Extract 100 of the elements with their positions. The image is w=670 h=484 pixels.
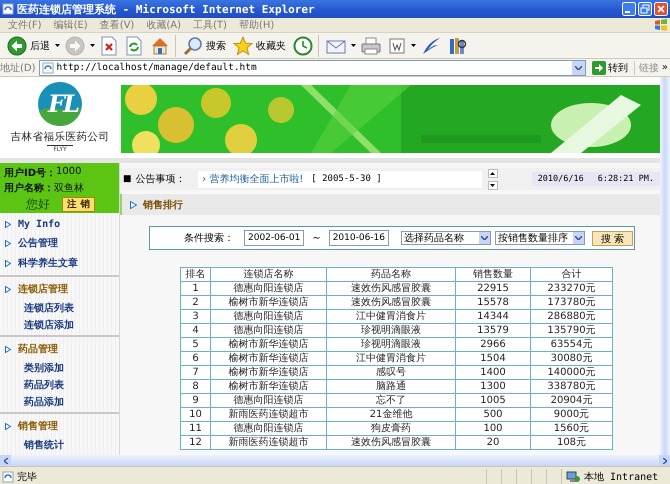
table-cell: 5 [180,338,210,352]
search-button[interactable]: 搜 索 [592,230,634,246]
favorites-button[interactable]: 收藏夹 [231,34,288,56]
table-cell: 338780元 [530,380,612,394]
nav-section[interactable]: 销售管理 [18,419,58,433]
user-name: 双鱼林 [54,182,84,195]
media-button[interactable] [291,34,315,56]
user-id-label: 用户ID号： [4,166,56,180]
chevron-down-icon [575,236,582,240]
table-cell: 1504 [456,352,530,366]
go-button[interactable]: 转到 [588,60,631,74]
column-header: 销售数量 [456,268,530,282]
nav-subitem[interactable]: 连锁店添加 [0,316,119,333]
caret-icon[interactable] [351,44,356,47]
user-id: 1000 [56,166,82,179]
star-icon [233,36,253,56]
caret-icon[interactable] [55,44,60,47]
menu-item[interactable]: 查看(V) [94,18,140,32]
table-cell: 德惠向阳连锁店 [210,282,326,296]
table-cell: 20 [456,436,530,450]
nav-item[interactable]: 科学养生文章 [18,256,78,270]
feather-icon [421,36,441,56]
table-cell: 榆树市新华连锁店 [210,338,326,352]
table-cell: 135790元 [530,324,612,338]
play-icon [130,200,137,208]
scroll-down-button[interactable] [488,180,498,190]
nav-item[interactable]: 公告管理 [18,236,58,250]
dropdown-button[interactable] [572,60,585,74]
home-icon [150,36,170,56]
window-title: 医药连锁店管理系统 - Microsoft Internet Explorer [17,2,316,16]
table-cell: 德惠向阳连锁店 [210,310,326,324]
stop-icon [100,36,118,56]
end-date-field[interactable]: 2010-06-16 [328,230,390,246]
table-cell: 速效伤风感冒胶囊 [326,282,456,296]
books-icon [448,36,468,56]
current-time: 6:28:21 PM. [598,174,654,184]
nav-section[interactable]: 连锁店管理 [18,282,68,296]
menu-item[interactable]: 工具(T) [187,18,233,32]
close-icon[interactable] [654,2,668,16]
search-button[interactable]: 搜索 [181,34,228,56]
table-cell: 榆树市新华连锁店 [210,380,326,394]
table-cell: 珍视明滴眼液 [326,338,456,352]
table-cell: 173780元 [530,296,612,310]
caret-icon[interactable] [411,44,416,47]
table-cell: 4 [180,324,210,338]
menu-item[interactable]: 编辑(E) [48,18,94,32]
more-button[interactable]: » [662,62,670,73]
search-icon [183,36,203,56]
arrow-right-icon [592,60,606,74]
table-cell: 榆树市新华连锁店 [210,366,326,380]
page-icon [2,471,14,483]
arrow-right-icon [65,36,85,56]
table-cell: 20904元 [530,394,612,408]
restore-icon[interactable] [638,2,652,16]
clock-icon [293,36,313,56]
table-cell: 15578 [456,296,530,310]
status-text: 完毕 [17,470,37,484]
table-cell: 6 [180,352,210,366]
table-cell: 22915 [456,282,530,296]
square-bullet: ■ [123,174,132,184]
scroll-up-button[interactable] [488,168,498,178]
scroll-left-button[interactable] [0,455,11,466]
nav-item[interactable]: My Info [18,219,60,230]
menu-item[interactable]: 收藏(A) [140,18,187,32]
nav-subitem[interactable]: 连锁店列表 [0,299,119,316]
table-cell: 榆树市新华连锁店 [210,352,326,366]
drug-select[interactable]: 选择药品名称 [401,231,492,245]
windows-logo-icon [654,19,668,31]
document-icon [388,36,406,54]
table-cell: 德惠向阳连锁店 [210,394,326,408]
notice-link[interactable]: › 营养均衡全面上市啦! [202,172,304,186]
back-button[interactable]: 后退 [5,34,52,56]
table-cell: 榆树市新华连锁店 [210,296,326,310]
address-field[interactable]: http://localhost/manage/default.htm [38,60,586,76]
horizontal-scrollbar[interactable] [11,455,659,466]
nav-subitem[interactable]: 类别添加 [0,359,119,376]
logout-button[interactable]: 注 销 [62,197,96,212]
menu-item[interactable]: 帮助(H) [232,18,280,32]
table-cell: 德惠向阳连锁店 [210,422,326,436]
print-button[interactable] [359,34,383,56]
table-cell: 286880元 [530,310,612,324]
nav-subitem[interactable]: 销售统计 [0,436,119,453]
column-header: 排名 [180,268,210,282]
nav-subitem[interactable]: 药品列表 [0,376,119,393]
table-cell: 30080元 [530,352,612,366]
table-cell: 新雨医药连锁超市 [210,408,326,422]
play-icon [5,260,11,266]
table-cell: 2 [180,296,210,310]
table-cell: 1400 [456,366,530,380]
minimize-icon[interactable] [622,2,636,16]
table-cell: 1 [180,282,210,296]
menu-item[interactable]: 文件(F) [2,18,48,32]
nav-subitem[interactable]: 药品添加 [0,393,119,410]
sort-select[interactable]: 按销售数量排序 [495,231,586,245]
scroll-right-button[interactable] [659,455,670,466]
vertical-scrollbar[interactable] [660,77,670,455]
start-date-field[interactable]: 2002-06-01 [244,230,304,246]
table-cell: 3 [180,310,210,324]
nav-section[interactable]: 药品管理 [18,342,58,356]
table-cell: 感叹号 [326,366,456,380]
